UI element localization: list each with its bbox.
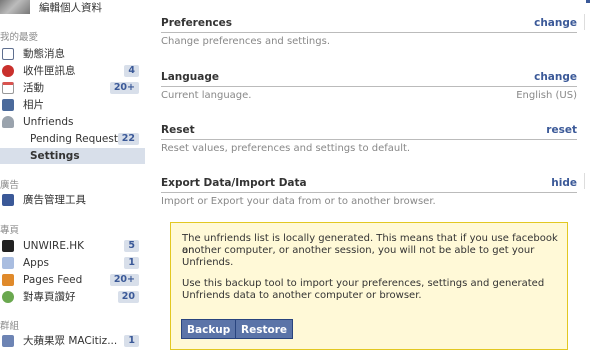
sidebar-item-label: Settings xyxy=(30,150,80,162)
ads-header: 廣告 xyxy=(0,180,20,191)
backup-button[interactable]: Backup xyxy=(181,319,237,339)
count-badge: 20+ xyxy=(109,82,139,94)
messages-icon xyxy=(2,65,14,77)
photos-icon xyxy=(2,99,14,111)
section-title: Language xyxy=(161,71,219,83)
sidebar-item-apps[interactable]: Apps 1 xyxy=(0,255,145,271)
restore-button[interactable]: Restore xyxy=(235,319,293,339)
sidebar-item-photos[interactable]: 相片 xyxy=(0,97,145,113)
edit-profile-label: 編輯個人資料 xyxy=(39,2,102,14)
groups-header: 群組 xyxy=(0,321,20,332)
sidebar-item-label: 相片 xyxy=(23,99,44,111)
events-icon xyxy=(2,82,14,94)
edit-profile-link[interactable]: 編輯個人資料 xyxy=(0,0,148,14)
right-edge-divider xyxy=(584,14,590,30)
count-badge: 1 xyxy=(124,257,139,269)
divider xyxy=(161,139,577,140)
sidebar-item-label: Pages Feed xyxy=(23,274,83,286)
sidebar-item-label: 對專頁讚好 xyxy=(23,291,76,303)
favorites-header: 我的最愛 xyxy=(0,32,39,43)
divider xyxy=(161,32,577,33)
count-badge: 1 xyxy=(124,335,139,347)
pages-header: 專頁 xyxy=(0,225,20,236)
sidebar-item-label: UNWIRE.HK xyxy=(23,240,85,252)
reset-link[interactable]: reset xyxy=(546,124,577,136)
change-preferences-link[interactable]: change xyxy=(534,17,577,29)
notice-line: Use this backup tool to import your pref… xyxy=(182,278,545,289)
pages-feed-icon xyxy=(2,274,14,286)
sidebar-item-label: Pending Requests xyxy=(30,133,124,145)
notice-line: Unfriends data to another computer or br… xyxy=(182,290,422,301)
right-edge-divider xyxy=(584,173,590,189)
section-title: Preferences xyxy=(161,17,233,29)
section-description: Current language. xyxy=(161,90,252,101)
section-title: Export Data/Import Data xyxy=(161,177,307,189)
unfriends-icon xyxy=(2,116,14,128)
sidebar-item-like-pages[interactable]: 對專頁讚好 20 xyxy=(0,289,145,305)
scroll-indicator-icon xyxy=(586,0,590,3)
section-description: Change preferences and settings. xyxy=(161,36,330,47)
sidebar-item-news-feed[interactable]: 動態消息 xyxy=(0,46,145,62)
sidebar-item-label: Apps xyxy=(23,257,49,269)
unwire-icon xyxy=(2,240,14,252)
divider xyxy=(161,192,577,193)
divider xyxy=(161,86,577,87)
sidebar-item-group-macitizen[interactable]: 大蘋果眾 MACitiz... 1 xyxy=(0,333,145,349)
change-language-link[interactable]: change xyxy=(534,71,577,83)
sidebar-subitem-settings[interactable]: Settings xyxy=(0,148,145,164)
sidebar-item-ads-manager[interactable]: 廣告管理工具 xyxy=(0,192,145,208)
current-language-value: English (US) xyxy=(516,90,577,101)
sidebar-item-messages[interactable]: 收件匣訊息 4 xyxy=(0,63,145,79)
sidebar-item-unfriends[interactable]: Unfriends xyxy=(0,114,145,130)
sidebar-item-pages-feed[interactable]: Pages Feed 20+ xyxy=(0,272,145,288)
apps-icon xyxy=(2,257,14,269)
count-badge: 4 xyxy=(124,65,139,77)
ads-manager-icon xyxy=(2,194,14,206)
notice-line: Unfriends. xyxy=(182,257,234,268)
section-title: Reset xyxy=(161,124,195,136)
sidebar-item-label: 收件匣訊息 xyxy=(23,65,76,77)
count-badge: 20 xyxy=(117,291,139,303)
hide-link[interactable]: hide xyxy=(551,177,577,189)
section-description: Import or Export your data from or to an… xyxy=(161,196,436,207)
sidebar-item-events[interactable]: 活動 20+ xyxy=(0,80,145,96)
sidebar-item-label: 大蘋果眾 MACitiz... xyxy=(23,335,118,347)
count-badge: 5 xyxy=(124,240,139,252)
sidebar-subitem-pending-requests[interactable]: Pending Requests 22 xyxy=(0,131,145,147)
count-badge: 22 xyxy=(117,133,139,145)
avatar xyxy=(0,0,30,14)
backup-notice-box: The unfriends list is locally generated.… xyxy=(170,222,568,350)
notice-line: another computer, or another session, yo… xyxy=(182,245,535,256)
sidebar-item-label: 動態消息 xyxy=(23,48,65,60)
count-badge: 20+ xyxy=(109,274,139,286)
sidebar-item-label: 活動 xyxy=(23,82,44,94)
sidebar-item-unwire[interactable]: UNWIRE.HK 5 xyxy=(0,238,145,254)
like-pages-icon xyxy=(2,291,14,303)
group-icon xyxy=(2,335,14,347)
sidebar-item-label: Unfriends xyxy=(23,116,74,128)
left-sidebar: 編輯個人資料 我的最愛 動態消息 收件匣訊息 4 活動 20+ 相片 Unfri… xyxy=(0,0,148,349)
section-description: Reset values, preferences and settings t… xyxy=(161,143,411,154)
sidebar-item-label: 廣告管理工具 xyxy=(23,194,86,206)
news-feed-icon xyxy=(2,48,14,60)
